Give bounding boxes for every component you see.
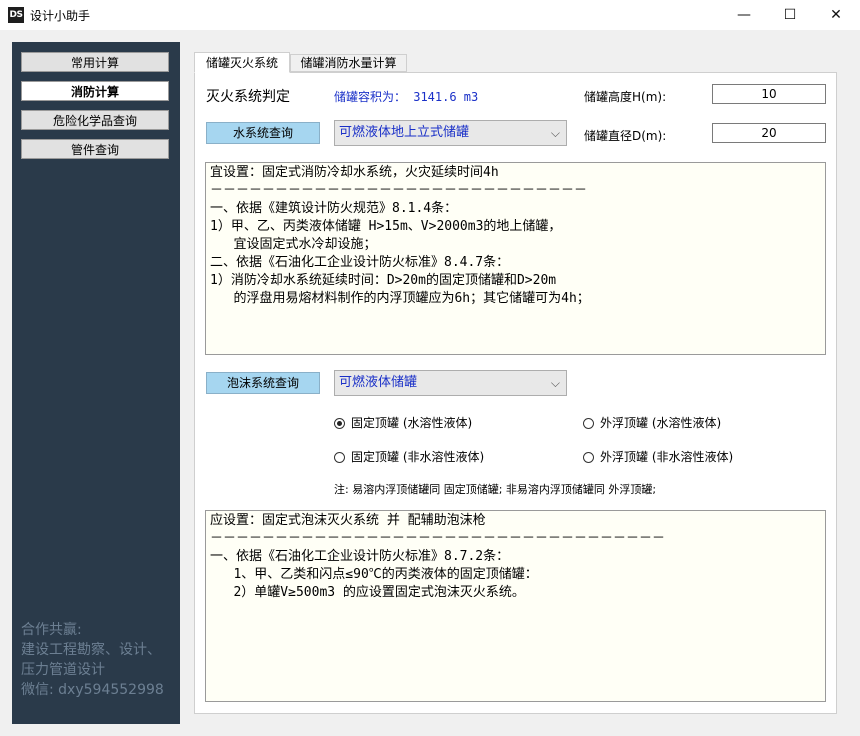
water-system-query-button[interactable]: 水系统查询 [206, 122, 320, 144]
water-tank-type-select[interactable]: 可燃液体地上立式储罐 ⌵ [334, 120, 567, 146]
tab-tank-fire-system[interactable]: 储罐灭火系统 [194, 52, 290, 73]
sidebar-item-fittings-query[interactable]: 管件查询 [21, 139, 169, 159]
foam-system-query-button[interactable]: 泡沫系统查询 [206, 372, 320, 394]
chevron-down-icon: ⌵ [550, 126, 560, 140]
sidebar-item-common-calc[interactable]: 常用计算 [21, 52, 169, 72]
radio-checked-icon [334, 418, 345, 429]
sidebar-item-fire-calc[interactable]: 消防计算 [21, 81, 169, 101]
foam-note: 注: 易溶内浮顶储罐同 固定顶储罐; 非易溶内浮顶储罐同 外浮顶罐; [334, 483, 657, 496]
radio-label: 固定顶罐 (水溶性液体) [351, 416, 473, 430]
foam-result-textarea[interactable]: 应设置：固定式泡沫灭火系统 并 配辅助泡沫枪 －－－－－－－－－－－－－－－－－… [205, 510, 826, 702]
radio-label: 固定顶罐 (非水溶性液体) [351, 450, 485, 464]
system-judge-label: 灭火系统判定 [206, 89, 290, 105]
sidebar-item-hazmat-query[interactable]: 危险化学品查询 [21, 110, 169, 130]
tank-diameter-input[interactable]: 20 [712, 123, 826, 143]
tank-volume-text: 储罐容积为： 3141.6 m3 [334, 90, 479, 104]
minimize-button[interactable]: — [721, 0, 767, 30]
radio-fixed-roof-water-soluble[interactable]: 固定顶罐 (水溶性液体) [334, 414, 472, 431]
contact-note-line: 压力管道设计 [21, 662, 105, 678]
radio-unchecked-icon [334, 452, 345, 463]
foam-tank-type-select[interactable]: 可燃液体储罐 ⌵ [334, 370, 567, 396]
radio-label: 外浮顶罐 (水溶性液体) [600, 416, 722, 430]
tank-height-label: 储罐高度H(m): [584, 90, 667, 104]
water-tank-type-value: 可燃液体地上立式储罐 [339, 125, 470, 140]
radio-unchecked-icon [583, 452, 594, 463]
radio-external-floating-water-soluble[interactable]: 外浮顶罐 (水溶性液体) [583, 414, 721, 431]
radio-unchecked-icon [583, 418, 594, 429]
radio-fixed-roof-non-water-soluble[interactable]: 固定顶罐 (非水溶性液体) [334, 448, 484, 465]
radio-label: 外浮顶罐 (非水溶性液体) [600, 450, 734, 464]
contact-note-line: 建设工程勘察、设计、 [21, 642, 161, 658]
window-title: 设计小助手 [30, 9, 91, 23]
maximize-button[interactable]: ☐ [767, 0, 813, 30]
tank-diameter-label: 储罐直径D(m): [584, 129, 667, 143]
contact-note: 合作共赢: 建设工程勘察、设计、 压力管道设计 微信: dxy594552998 [21, 620, 181, 700]
tab-tank-water-volume[interactable]: 储罐消防水量计算 [290, 54, 407, 72]
foam-tank-type-value: 可燃液体储罐 [339, 375, 418, 390]
close-button[interactable]: ✕ [813, 0, 859, 30]
tank-height-input[interactable]: 10 [712, 84, 826, 104]
radio-external-floating-non-water-soluble[interactable]: 外浮顶罐 (非水溶性液体) [583, 448, 733, 465]
sidebar: 常用计算 消防计算 危险化学品查询 管件查询 合作共赢: 建设工程勘察、设计、 … [12, 42, 180, 724]
water-result-textarea[interactable]: 宜设置：固定式消防冷却水系统，火灾延续时间4h －－－－－－－－－－－－－－－－… [205, 162, 826, 355]
title-bar: DS 设计小助手 — ☐ ✕ [0, 0, 860, 30]
app-logo-icon: DS [8, 7, 24, 23]
contact-note-line: 合作共赢: [21, 622, 82, 638]
contact-note-line: 微信: dxy594552998 [21, 682, 164, 698]
chevron-down-icon: ⌵ [550, 376, 560, 390]
